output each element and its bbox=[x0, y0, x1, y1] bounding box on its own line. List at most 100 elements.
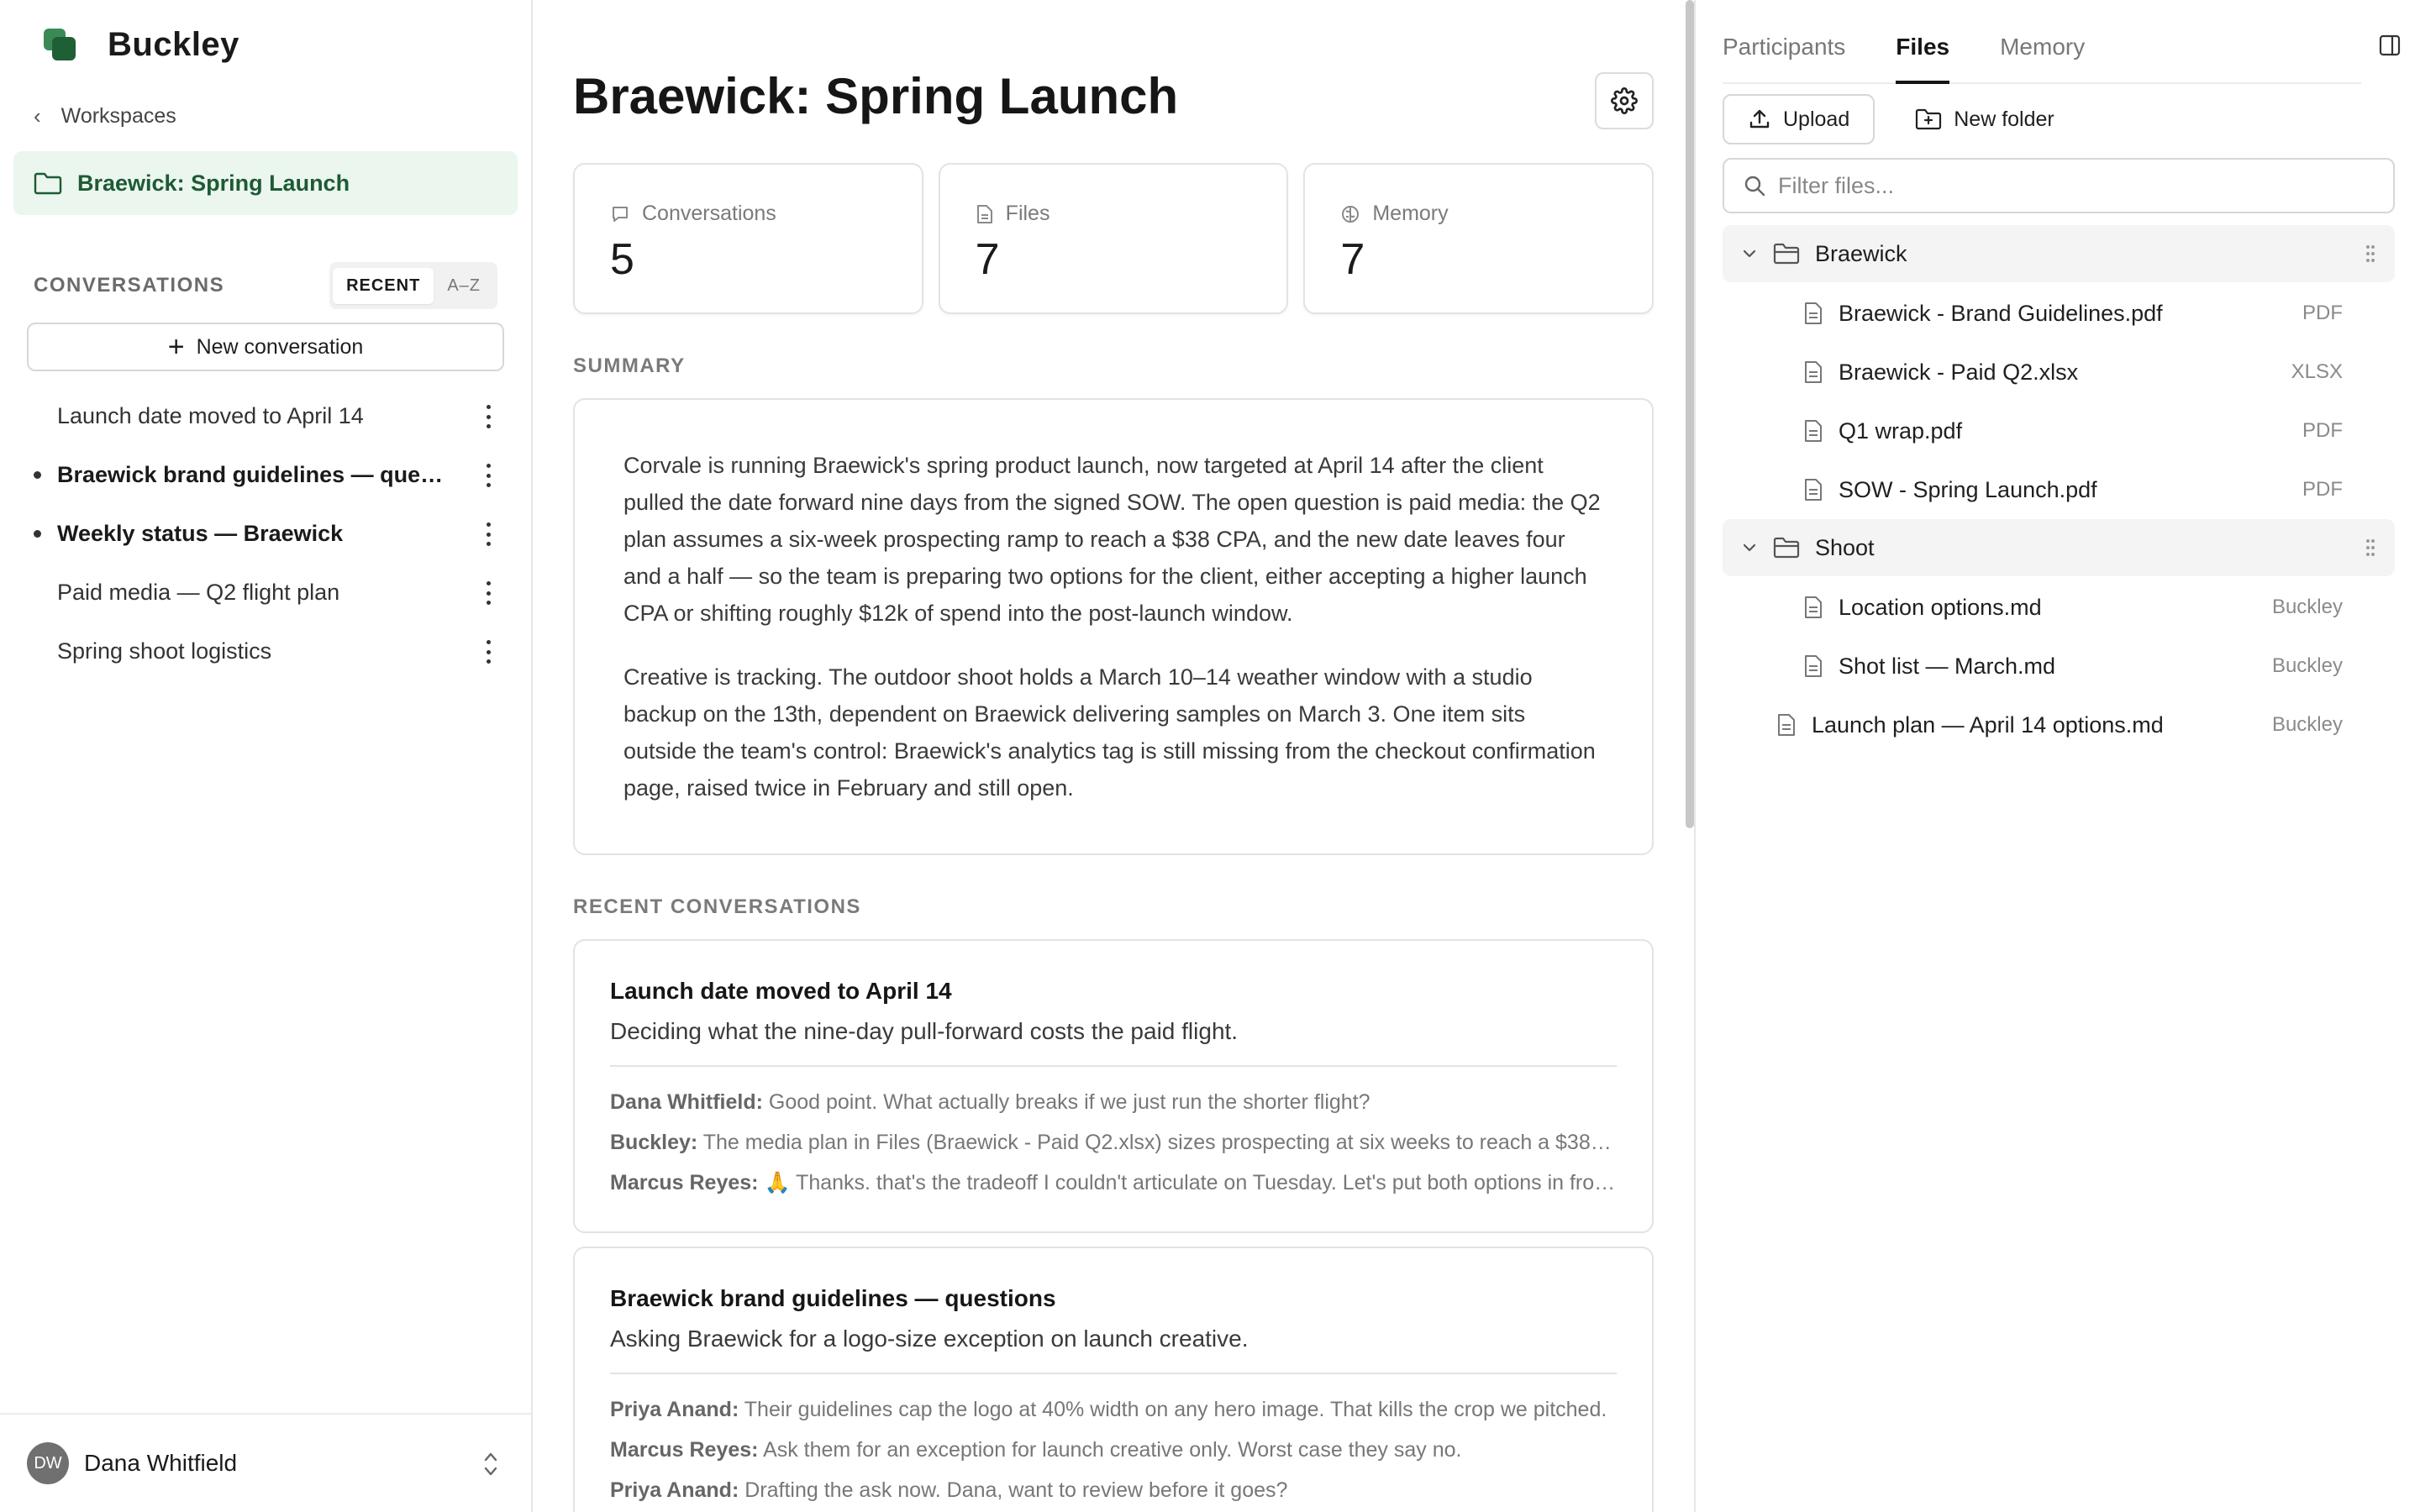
more-vertical-icon[interactable] bbox=[484, 640, 492, 664]
workspace-label: Braewick: Spring Launch bbox=[77, 170, 350, 196]
filter-files-input[interactable] bbox=[1778, 172, 2366, 199]
more-vertical-icon[interactable] bbox=[484, 464, 492, 487]
recent-conversation-card[interactable]: Braewick brand guidelines — questions As… bbox=[573, 1247, 1654, 1512]
folder-icon bbox=[34, 172, 62, 195]
stat-conversations[interactable]: Conversations 5 bbox=[573, 163, 923, 314]
back-to-workspaces-link[interactable]: ‹ Workspaces bbox=[34, 99, 176, 133]
brain-icon bbox=[1342, 205, 1360, 223]
conversations-title: CONVERSATIONS bbox=[34, 274, 225, 297]
file-type: Buckley bbox=[2271, 654, 2343, 677]
conversation-item[interactable]: Spring shoot logistics bbox=[27, 622, 514, 680]
stat-label: Memory bbox=[1372, 202, 1449, 225]
message-preview: Marcus Reyes: Ask them for an exception … bbox=[610, 1438, 1462, 1462]
folder-plus-icon bbox=[1916, 108, 1942, 130]
plus-icon: + bbox=[167, 331, 185, 363]
stat-memory[interactable]: Memory 7 bbox=[1303, 163, 1655, 314]
conversations-header: CONVERSATIONS RECENT A–Z bbox=[34, 262, 497, 309]
recent-conversations-label: RECENT CONVERSATIONS bbox=[573, 895, 861, 918]
conversation-item[interactable]: Launch date moved to April 14 bbox=[27, 386, 514, 445]
chevron-down-icon[interactable] bbox=[1741, 539, 1758, 556]
unread-dot bbox=[34, 530, 41, 538]
brand[interactable]: Buckley bbox=[44, 25, 239, 64]
summary-paragraph: Creative is tracking. The outdoor shoot … bbox=[623, 664, 1596, 801]
conversation-title: Paid media — Q2 flight plan bbox=[57, 579, 340, 605]
drag-handle-icon[interactable] bbox=[2365, 538, 2376, 558]
stat-label: Files bbox=[1005, 202, 1050, 225]
file-row[interactable]: Location options.md Buckley bbox=[1723, 578, 2395, 637]
settings-button[interactable] bbox=[1595, 72, 1654, 129]
stat-label: Conversations bbox=[642, 202, 776, 225]
file-row[interactable]: Braewick - Paid Q2.xlsx XLSX bbox=[1723, 343, 2395, 402]
sort-recent-button[interactable]: RECENT bbox=[333, 267, 434, 304]
file-name: Shot list — March.md bbox=[1839, 653, 2056, 679]
card-messages: Priya Anand: Their guidelines cap the lo… bbox=[610, 1374, 1617, 1510]
file-icon bbox=[1805, 479, 1822, 501]
sidebar-item-workspace[interactable]: Braewick: Spring Launch bbox=[13, 151, 518, 215]
conversation-title: Braewick brand guidelines — questions bbox=[57, 461, 452, 487]
panel-collapse-icon[interactable] bbox=[2378, 34, 2402, 57]
right-panel: Participants Files Memory Upload New fol… bbox=[1694, 0, 2420, 1512]
file-icon bbox=[1805, 655, 1822, 677]
chevron-left-icon: ‹ bbox=[34, 102, 41, 129]
card-title: Launch date moved to April 14 bbox=[610, 978, 952, 1004]
page-title: Braewick: Spring Launch bbox=[573, 68, 1179, 124]
main-scrollbar[interactable] bbox=[1686, 0, 1694, 828]
sort-az-button[interactable]: A–Z bbox=[434, 268, 494, 304]
chat-icon bbox=[613, 206, 628, 222]
upload-icon bbox=[1749, 109, 1770, 129]
conversation-item[interactable]: Braewick brand guidelines — questions bbox=[27, 445, 514, 504]
folder-row[interactable]: Shoot bbox=[1723, 519, 2395, 576]
file-row[interactable]: Shot list — March.md Buckley bbox=[1723, 637, 2395, 696]
main-content: Braewick: Spring Launch Conversations 5 … bbox=[534, 0, 1689, 1512]
conversation-item[interactable]: Weekly status — Braewick bbox=[27, 504, 514, 563]
file-row[interactable]: Braewick - Brand Guidelines.pdf PDF bbox=[1723, 284, 2395, 343]
drag-handle-icon[interactable] bbox=[2365, 244, 2376, 264]
brand-logo-icon bbox=[44, 29, 76, 60]
user-menu[interactable]: DW Dana Whitfield bbox=[0, 1413, 531, 1512]
conversation-item[interactable]: Paid media — Q2 flight plan bbox=[27, 563, 514, 622]
folder-name: Braewick bbox=[1815, 240, 1907, 266]
file-type: PDF bbox=[2302, 419, 2343, 442]
card-messages: Dana Whitfield: Good point. What actuall… bbox=[610, 1067, 1617, 1203]
upload-button[interactable]: Upload bbox=[1723, 94, 1876, 144]
more-vertical-icon[interactable] bbox=[484, 522, 492, 546]
file-row[interactable]: Launch plan — April 14 options.md Buckle… bbox=[1723, 696, 2395, 754]
chevron-down-icon[interactable] bbox=[1741, 245, 1758, 262]
file-name: Braewick - Brand Guidelines.pdf bbox=[1839, 300, 2163, 326]
tab-files[interactable]: Files bbox=[1896, 34, 1949, 84]
tab-participants[interactable]: Participants bbox=[1723, 34, 1845, 82]
file-row[interactable]: Q1 wrap.pdf PDF bbox=[1723, 402, 2395, 460]
more-vertical-icon[interactable] bbox=[484, 581, 492, 605]
message-preview: Marcus Reyes: 🙏 Thanks. that's the trade… bbox=[610, 1171, 1617, 1194]
unread-dot bbox=[34, 471, 41, 479]
app-root: Buckley ‹ Workspaces Braewick: Spring La… bbox=[0, 0, 2420, 1512]
chevron-up-down-icon bbox=[484, 1452, 497, 1476]
message-preview: Buckley: The media plan in Files (Braewi… bbox=[610, 1131, 1617, 1154]
file-row[interactable]: SOW - Spring Launch.pdf PDF bbox=[1723, 460, 2395, 519]
folder-row[interactable]: Braewick bbox=[1723, 225, 2395, 282]
file-tree: Braewick Braewick - Brand Guidelines.pdf… bbox=[1723, 225, 2395, 754]
new-conversation-button[interactable]: + New conversation bbox=[27, 323, 504, 371]
more-vertical-icon[interactable] bbox=[484, 405, 492, 428]
gear-icon bbox=[1611, 87, 1638, 114]
file-type: PDF bbox=[2302, 302, 2343, 324]
tab-memory[interactable]: Memory bbox=[2000, 34, 2085, 82]
stat-files[interactable]: Files 7 bbox=[938, 163, 1289, 314]
message-preview: Priya Anand: Their guidelines cap the lo… bbox=[610, 1398, 1607, 1421]
conversation-title: Spring shoot logistics bbox=[57, 638, 272, 664]
file-name: Location options.md bbox=[1839, 594, 2042, 620]
file-type: PDF bbox=[2302, 478, 2343, 501]
new-folder-button[interactable]: New folder bbox=[1890, 94, 2080, 144]
avatar: DW bbox=[27, 1442, 69, 1484]
message-preview: Priya Anand: Drafting the ask now. Dana,… bbox=[610, 1478, 1288, 1502]
file-icon bbox=[976, 204, 992, 223]
filter-files-field[interactable] bbox=[1723, 158, 2395, 213]
user-name: Dana Whitfield bbox=[84, 1450, 238, 1476]
back-label: Workspaces bbox=[60, 103, 176, 128]
stat-value: 7 bbox=[1340, 235, 1365, 284]
message-preview: Dana Whitfield: Good point. What actuall… bbox=[610, 1090, 1370, 1114]
file-name: Braewick - Paid Q2.xlsx bbox=[1839, 359, 2079, 385]
recent-conversation-card[interactable]: Launch date moved to April 14 Deciding w… bbox=[573, 939, 1654, 1233]
file-icon bbox=[1805, 596, 1822, 618]
conversation-title: Weekly status — Braewick bbox=[57, 520, 344, 546]
